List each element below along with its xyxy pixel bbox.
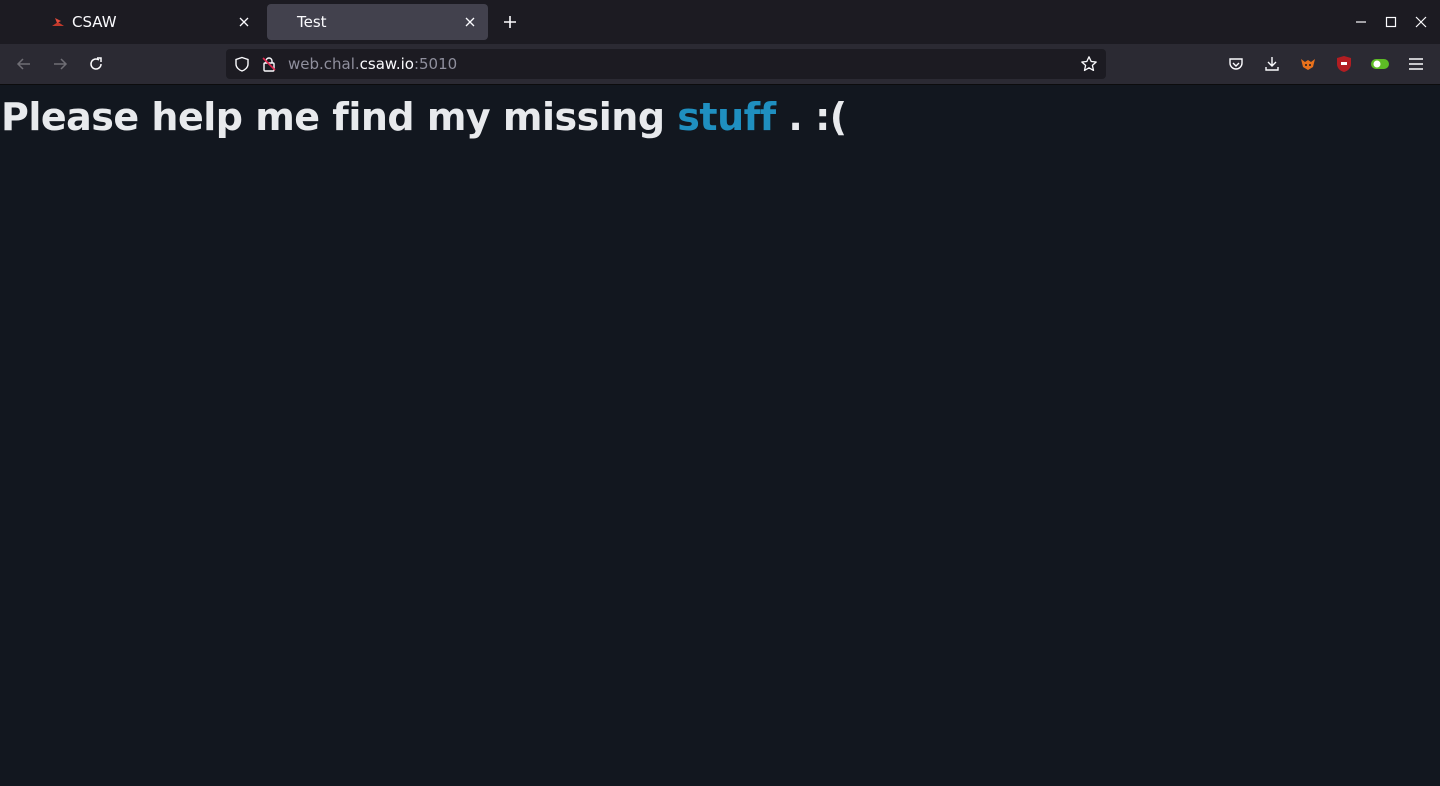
page-content: Please help me find my missing stuff . :… bbox=[0, 85, 1440, 786]
javascript-toggle-extension-icon[interactable] bbox=[1370, 54, 1390, 74]
download-icon[interactable] bbox=[1262, 54, 1282, 74]
back-arrow-icon[interactable] bbox=[14, 54, 34, 74]
close-tab-icon[interactable] bbox=[236, 14, 252, 30]
foxyproxy-extension-icon[interactable] bbox=[1298, 54, 1318, 74]
minimize-window-icon[interactable] bbox=[1352, 13, 1370, 31]
pocket-icon[interactable] bbox=[1226, 54, 1246, 74]
tab-title: Test bbox=[297, 13, 327, 31]
csaw-logo-icon bbox=[50, 14, 66, 30]
address-bar[interactable]: web.chal.csaw.io:5010 bbox=[226, 49, 1106, 79]
insecure-lock-icon[interactable] bbox=[261, 56, 277, 72]
close-tab-icon[interactable] bbox=[462, 14, 478, 30]
headline-suffix: . :( bbox=[775, 95, 847, 139]
close-window-icon[interactable] bbox=[1412, 13, 1430, 31]
navigation-toolbar: web.chal.csaw.io:5010 bbox=[0, 44, 1440, 85]
ublock-origin-icon[interactable] bbox=[1334, 54, 1354, 74]
tab-csaw[interactable]: CSAW bbox=[36, 4, 262, 40]
url-host: csaw.io bbox=[359, 55, 414, 73]
new-tab-plus-icon[interactable] bbox=[500, 12, 520, 32]
bookmark-star-icon[interactable] bbox=[1080, 55, 1098, 73]
headline-text: Please help me find my missing bbox=[1, 95, 678, 139]
url-prefix: web.chal. bbox=[288, 55, 360, 73]
page-headline: Please help me find my missing stuff . :… bbox=[1, 95, 847, 139]
forward-arrow-icon[interactable] bbox=[50, 54, 70, 74]
tab-strip: CSAW Test bbox=[0, 0, 1440, 44]
stuff-link[interactable]: stuff bbox=[677, 95, 776, 139]
browser-window: CSAW Test web.chal.csaw.io:5010 Please h… bbox=[0, 0, 1440, 786]
url-port: :5010 bbox=[413, 55, 458, 73]
hamburger-menu-icon[interactable] bbox=[1406, 54, 1426, 74]
tab-title: CSAW bbox=[72, 13, 117, 31]
maximize-window-icon[interactable] bbox=[1382, 13, 1400, 31]
tracking-protection-shield-icon[interactable] bbox=[234, 56, 250, 72]
url-text[interactable]: web.chal.csaw.io:5010 bbox=[288, 54, 457, 74]
tab-test[interactable]: Test bbox=[267, 4, 488, 40]
reload-icon[interactable] bbox=[86, 54, 106, 74]
